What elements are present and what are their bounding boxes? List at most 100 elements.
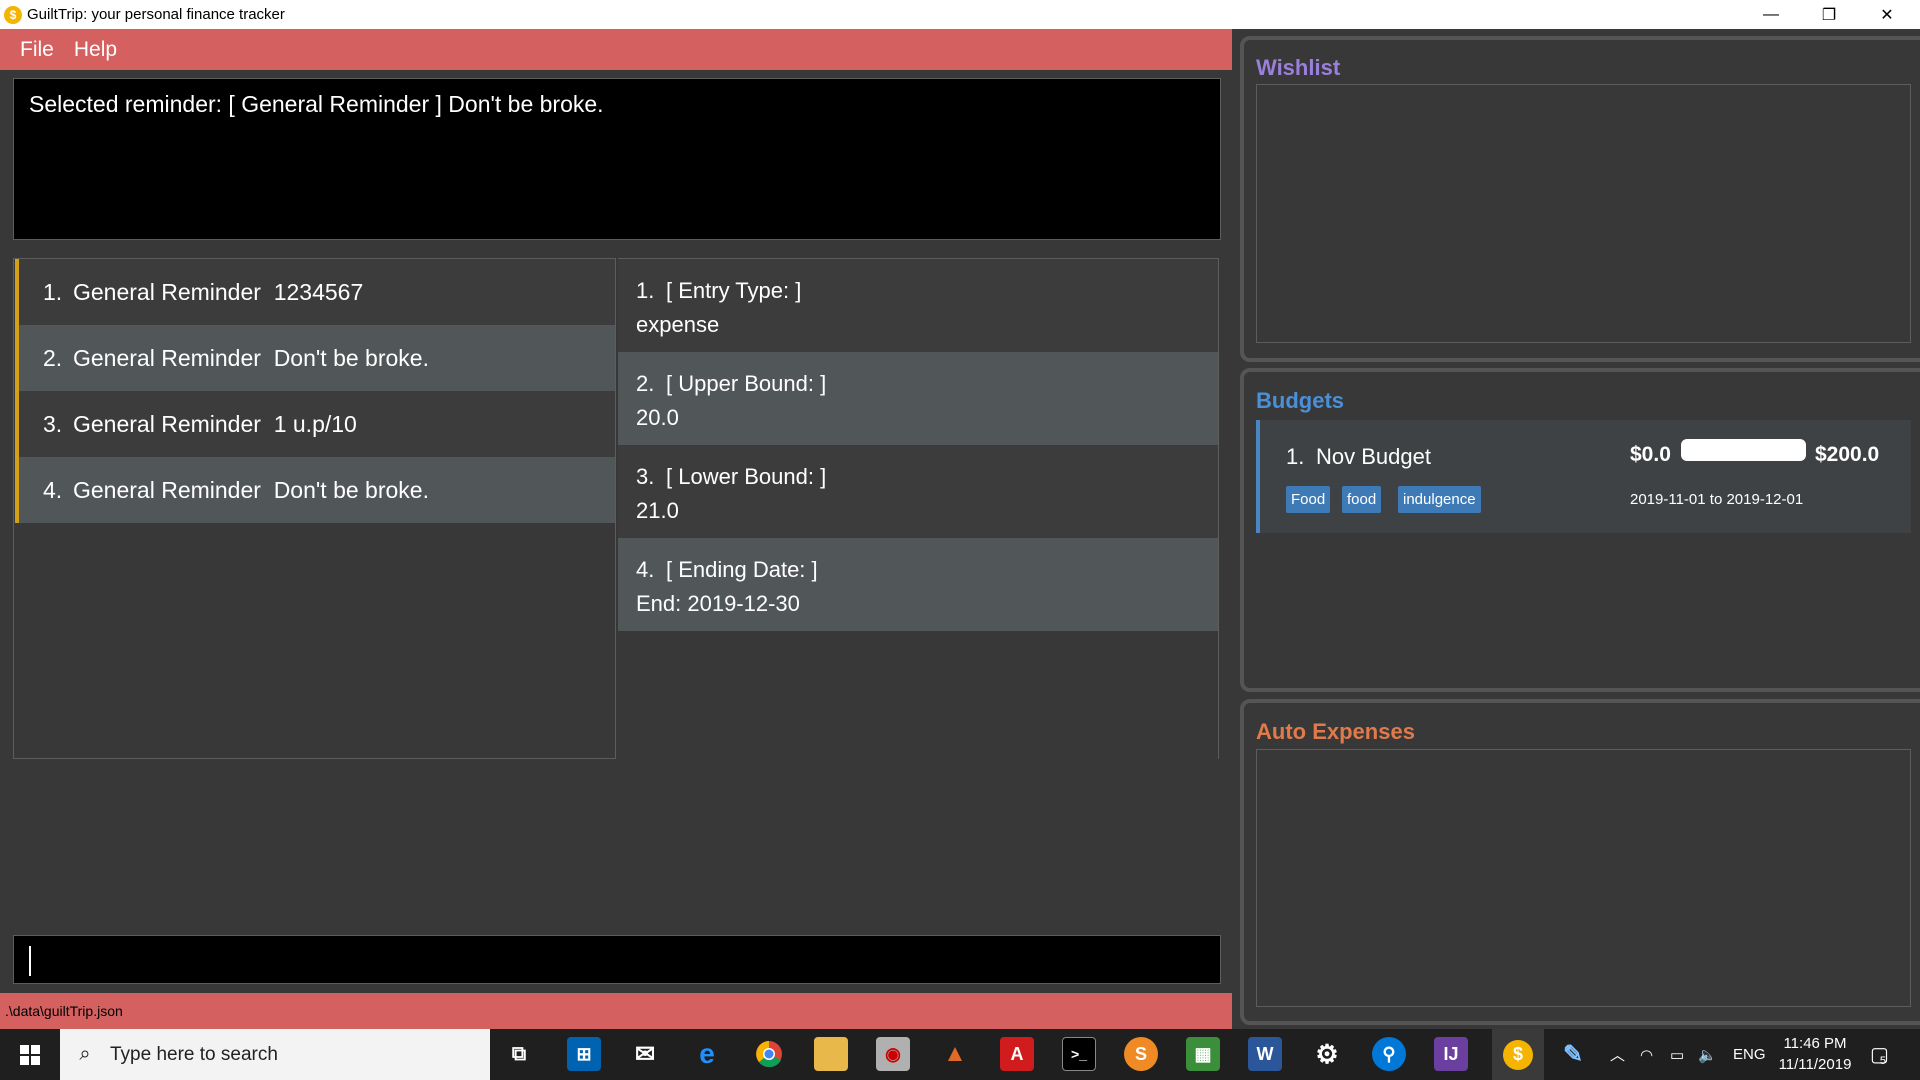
data-file-path: .\data\guiltTrip.json [5, 1003, 123, 1019]
condition-header: [ Upper Bound: ] [666, 371, 827, 396]
command-box[interactable] [13, 935, 1221, 984]
volume-icon[interactable]: 🔈 [1698, 1029, 1717, 1080]
reminder-index: 1. [43, 278, 63, 305]
clock-time: 11:46 PM [1783, 1035, 1847, 1052]
result-text: Selected reminder: [ General Reminder ] … [29, 91, 604, 117]
reminder-item[interactable]: 4. General Reminder Don't be broke. [15, 457, 615, 523]
clock-date: 11/11/2019 [1778, 1056, 1852, 1073]
minimize-button[interactable]: — [1742, 0, 1800, 29]
wifi-icon[interactable]: ◠ [1640, 1029, 1653, 1080]
condition-index: 2. [636, 371, 655, 396]
wishlist-list[interactable] [1256, 84, 1911, 343]
condition-index: 1. [636, 278, 655, 303]
reminder-label: General Reminder 1 u.p/10 [73, 410, 357, 437]
battery-icon[interactable]: ▭ [1670, 1029, 1684, 1080]
search-icon: ⌕ [79, 1043, 91, 1065]
wishlist-title: Wishlist [1256, 55, 1341, 80]
chrome-icon[interactable] [752, 1037, 786, 1071]
language-indicator[interactable]: ENG [1733, 1029, 1766, 1080]
command-input[interactable] [14, 936, 1220, 983]
budget-date-range: 2019-11-01 to 2019-12-01 [1630, 491, 1804, 508]
reminder-label: General Reminder Don't be broke. [73, 344, 429, 371]
games-icon[interactable]: ◉ [876, 1037, 910, 1071]
restore-button[interactable]: ❐ [1800, 0, 1858, 29]
mail-icon[interactable]: ✉ [628, 1037, 662, 1071]
taskbar-search[interactable]: ⌕ Type here to search [60, 1029, 490, 1080]
condition-value: End: 2019-12-30 [636, 591, 800, 616]
condition-header: [ Entry Type: ] [666, 278, 802, 303]
budgets-title: Budgets [1256, 388, 1344, 413]
guilttrip-taskbar-button[interactable]: $ [1492, 1029, 1544, 1080]
budget-max-amount: $200.0 [1815, 443, 1880, 466]
budget-min-amount: $0.0 [1630, 443, 1671, 466]
budget-tag: Food [1286, 486, 1331, 513]
text-caret [29, 946, 31, 976]
spreadsheet-icon[interactable]: ▦ [1186, 1037, 1220, 1071]
result-display: Selected reminder: [ General Reminder ] … [13, 78, 1221, 240]
condition-item[interactable]: 3. [ Lower Bound: ] 21.0 [618, 445, 1218, 538]
matlab-icon[interactable]: ▲ [938, 1037, 972, 1071]
budget-tag: indulgence [1398, 486, 1481, 513]
file-explorer-icon[interactable] [814, 1037, 848, 1071]
reminder-index: 2. [43, 344, 63, 371]
budgets-list[interactable]: 1. Nov Budget $0.0 $200.0 Food food indul… [1256, 420, 1911, 673]
condition-item[interactable]: 2. [ Upper Bound: ] 20.0 [618, 352, 1218, 445]
windows-icon [20, 1044, 40, 1065]
clock[interactable]: 11:46 PM 11/11/2019 [1770, 1033, 1860, 1075]
reminder-label: General Reminder 1234567 [73, 278, 364, 305]
menu-bar: File Help [0, 29, 1232, 70]
condition-header: [ Lower Bound: ] [666, 464, 827, 489]
budgets-panel: Budgets 1. Nov Budget $0.0 $200.0 Food fo… [1240, 368, 1920, 692]
budget-progress-bar [1681, 439, 1806, 461]
window-title: GuiltTrip: your personal finance tracker [27, 6, 285, 23]
store-icon[interactable]: ⊞ [567, 1037, 601, 1071]
auto-expenses-panel: Auto Expenses [1240, 699, 1920, 1025]
budget-name-text: Nov Budget [1316, 444, 1431, 469]
reminder-index: 4. [43, 476, 63, 503]
reminder-item[interactable]: 2. General Reminder Don't be broke. [15, 325, 615, 391]
reminder-item[interactable]: 3. General Reminder 1 u.p/10 [15, 391, 615, 457]
taskbar: ⌕ Type here to search ⧉ ⊞ ✉ e ◉ ▲ A >_ S… [0, 1029, 1920, 1080]
coin-icon: $ [1503, 1039, 1533, 1070]
task-view-icon[interactable]: ⧉ [502, 1037, 536, 1071]
word-icon[interactable]: W [1248, 1037, 1282, 1071]
menu-help[interactable]: Help [64, 38, 127, 62]
auto-expenses-list[interactable] [1256, 749, 1911, 1007]
condition-index: 4. [636, 557, 655, 582]
condition-value: 20.0 [636, 405, 679, 430]
start-button[interactable] [0, 1029, 60, 1080]
condition-value: 21.0 [636, 498, 679, 523]
budget-index: 1. [1286, 444, 1305, 469]
acrobat-icon[interactable]: A [1000, 1037, 1034, 1071]
auto-expenses-title: Auto Expenses [1256, 719, 1415, 744]
coin-app-icon: $ [4, 5, 22, 24]
search-placeholder: Type here to search [110, 1043, 278, 1065]
edge-icon[interactable]: e [690, 1037, 724, 1071]
title-bar: $ GuiltTrip: your personal finance track… [0, 0, 1920, 29]
settings-gear-icon[interactable]: ⚙ [1310, 1037, 1344, 1071]
status-bar: .\data\guiltTrip.json [0, 993, 1232, 1029]
reminder-item[interactable]: 1. General Reminder 1234567 [15, 259, 615, 325]
chrome-logo-icon [756, 1041, 782, 1068]
intellij-icon[interactable]: IJ [1434, 1037, 1468, 1071]
notification-center-icon[interactable]: ▢ 5 [1870, 1029, 1889, 1080]
budget-tag: food [1342, 486, 1382, 513]
paint-icon[interactable]: ✎ [1556, 1037, 1590, 1071]
close-button[interactable]: ✕ [1858, 0, 1916, 29]
condition-value: expense [636, 312, 720, 337]
terminal-icon[interactable]: >_ [1062, 1037, 1096, 1071]
condition-index: 3. [636, 464, 655, 489]
condition-list[interactable]: 1. [ Entry Type: ] expense 2. [ Upper Bo… [618, 258, 1219, 759]
wishlist-panel: Wishlist [1240, 36, 1920, 362]
sublime-icon[interactable]: S [1124, 1037, 1158, 1071]
budget-card[interactable]: 1. Nov Budget $0.0 $200.0 Food food indul… [1256, 420, 1911, 533]
tray-chevron-icon[interactable]: ︿ [1610, 1029, 1625, 1080]
reminder-label: General Reminder Don't be broke. [73, 476, 429, 503]
reminder-list[interactable]: 1. General Reminder 1234567 2. General R… [13, 258, 616, 759]
condition-item[interactable]: 1. [ Entry Type: ] expense [618, 259, 1218, 352]
condition-item[interactable]: 4. [ Ending Date: ] End: 2019-12-30 [618, 538, 1218, 631]
maps-icon[interactable]: ⚲ [1372, 1037, 1406, 1071]
notification-count: 5 [1879, 1054, 1887, 1067]
menu-file[interactable]: File [10, 38, 64, 62]
reminder-index: 3. [43, 410, 63, 437]
